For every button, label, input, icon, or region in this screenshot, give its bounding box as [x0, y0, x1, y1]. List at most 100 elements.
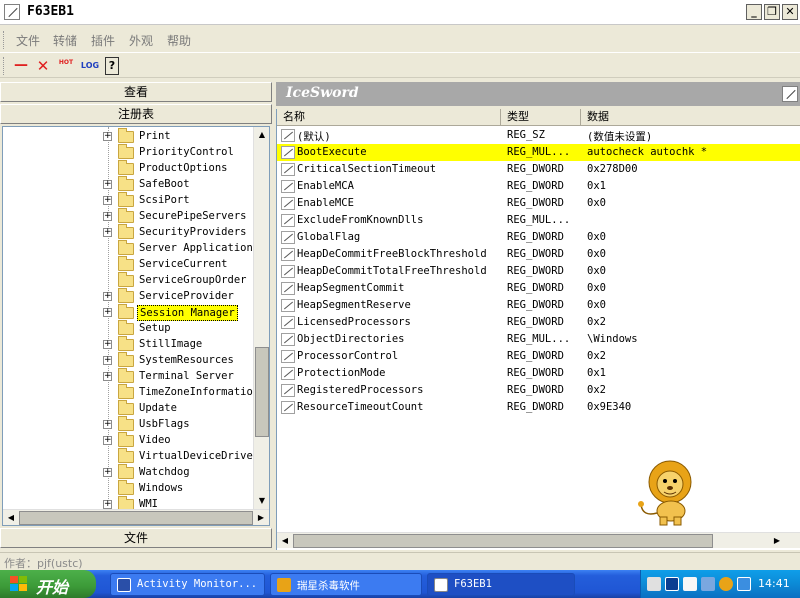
expand-icon[interactable]: + — [103, 340, 112, 349]
display-icon[interactable] — [701, 577, 715, 591]
table-row[interactable]: RegisteredProcessors REG_DWORD 0x2 — [277, 382, 800, 399]
tree-item[interactable]: + Print — [3, 128, 255, 144]
registry-header[interactable]: 注册表 — [0, 104, 272, 124]
scroll-up-icon[interactable]: ▲ — [254, 127, 269, 143]
network-icon[interactable] — [665, 577, 679, 591]
expand-icon[interactable]: + — [103, 228, 112, 237]
list-scroll-left-icon[interactable]: ◀ — [277, 533, 293, 549]
expand-icon[interactable]: + — [103, 132, 112, 141]
expand-icon[interactable]: + — [103, 180, 112, 189]
mail-icon[interactable] — [683, 577, 697, 591]
table-row[interactable]: HeapSegmentCommit REG_DWORD 0x0 — [277, 280, 800, 297]
table-row[interactable]: EnableMCE REG_DWORD 0x0 — [277, 195, 800, 212]
tree-item[interactable]: Server Applications — [3, 240, 259, 256]
close-button[interactable]: ✕ — [782, 4, 798, 20]
tree-item[interactable]: TimeZoneInformation — [3, 384, 259, 400]
registry-value-icon — [281, 129, 295, 142]
tree-item[interactable]: PriorityControl — [3, 144, 255, 160]
table-row[interactable]: ProtectionMode REG_DWORD 0x1 — [277, 365, 800, 382]
tree-item[interactable]: + ScsiPort — [3, 192, 255, 208]
list-scroll-right-icon[interactable]: ▶ — [769, 533, 785, 549]
tree-hscroll-thumb[interactable] — [19, 511, 253, 525]
tree-item[interactable]: + SystemResources — [3, 352, 255, 368]
restore-button[interactable]: ❐ — [764, 4, 780, 20]
tree-item[interactable]: + StillImage — [3, 336, 255, 352]
tree-item[interactable]: VirtualDeviceDrivers — [3, 448, 265, 464]
tree-item[interactable]: + Session Manager — [3, 304, 255, 321]
table-row[interactable]: ResourceTimeoutCount REG_DWORD 0x9E340 — [277, 399, 800, 416]
expand-icon[interactable]: + — [103, 372, 112, 381]
tree-item[interactable]: ServiceGroupOrder — [3, 272, 255, 288]
table-row[interactable]: EnableMCA REG_DWORD 0x1 — [277, 178, 800, 195]
table-row[interactable]: HeapSegmentReserve REG_DWORD 0x0 — [277, 297, 800, 314]
menu-dump[interactable]: 转储 — [53, 32, 77, 49]
tree-horizontal-scrollbar[interactable]: ◀ ▶ — [3, 509, 269, 525]
monitor-icon[interactable] — [737, 577, 751, 591]
table-row[interactable]: BootExecute REG_MUL... autocheck autochk * — [277, 144, 800, 161]
tree-item[interactable]: + Watchdog — [3, 464, 255, 480]
menu-file[interactable]: 文件 — [16, 32, 40, 49]
scroll-right-icon[interactable]: ▶ — [253, 510, 269, 525]
table-row[interactable]: ProcessorControl REG_DWORD 0x2 — [277, 348, 800, 365]
table-row[interactable]: HeapDeCommitTotalFreeThreshold REG_DWORD 0… — [277, 263, 800, 280]
scroll-down-icon[interactable]: ▼ — [254, 493, 269, 509]
expand-icon[interactable]: + — [103, 436, 112, 445]
keyboard-icon[interactable] — [647, 577, 661, 591]
umbrella-icon[interactable] — [719, 577, 733, 591]
menu-appearance[interactable]: 外观 — [129, 32, 153, 49]
task-label: Activity Monitor... — [137, 578, 258, 590]
tree-scroll-thumb[interactable] — [255, 347, 269, 437]
start-button[interactable]: 开始 — [0, 570, 96, 598]
expand-icon[interactable]: + — [103, 196, 112, 205]
view-header[interactable]: 查看 — [0, 82, 272, 102]
expand-icon[interactable]: + — [103, 292, 112, 301]
delete-icon[interactable]: ✕ — [35, 57, 51, 75]
tree-item[interactable]: + SecurePipeServers — [3, 208, 255, 224]
expand-icon[interactable]: + — [103, 308, 112, 317]
tree-item[interactable]: + SafeBoot — [3, 176, 255, 192]
expand-icon[interactable]: + — [103, 468, 112, 477]
menu-help[interactable]: 帮助 — [167, 32, 191, 49]
column-data[interactable]: 数据 — [581, 109, 800, 126]
table-row[interactable]: LicensedProcessors REG_DWORD 0x2 — [277, 314, 800, 331]
table-row[interactable]: ObjectDirectories REG_MUL... \Windows — [277, 331, 800, 348]
tree-item[interactable]: + Video — [3, 432, 255, 448]
tree-item[interactable]: Update — [3, 400, 255, 416]
task-rising-antivirus[interactable]: 瑞星杀毒软件 — [270, 573, 422, 596]
task-activity-monitor[interactable]: Activity Monitor... — [110, 573, 265, 596]
tree-item[interactable]: Windows — [3, 480, 255, 496]
tree-item[interactable]: ServiceCurrent — [3, 256, 255, 272]
help-icon[interactable]: ? — [105, 57, 119, 75]
tree-item[interactable]: + ServiceProvider — [3, 288, 255, 304]
column-type[interactable]: 类型 — [501, 109, 581, 126]
table-row[interactable]: ExcludeFromKnownDlls REG_MUL... — [277, 212, 800, 229]
expand-icon[interactable]: + — [103, 212, 112, 221]
registry-tree[interactable]: + Print PriorityControl ProductOptions + Safe… — [2, 126, 270, 526]
scroll-left-icon[interactable]: ◀ — [3, 510, 19, 525]
registry-value-icon — [281, 299, 295, 312]
file-header[interactable]: 文件 — [0, 528, 272, 548]
table-row[interactable]: (默认) REG_SZ (数值未设置) — [277, 127, 800, 144]
list-horizontal-scrollbar[interactable]: ◀ ▶ — [277, 532, 800, 548]
expand-icon[interactable]: + — [103, 500, 112, 509]
dash-icon[interactable]: — — [13, 57, 29, 75]
tree-item[interactable]: + SecurityProviders — [3, 224, 255, 240]
column-name[interactable]: 名称 — [277, 109, 501, 126]
registry-values-list[interactable]: 名称 类型 数据 (默认) REG_SZ (数值未设置) BootExecute REG… — [276, 109, 800, 550]
expand-icon[interactable]: + — [103, 420, 112, 429]
table-row[interactable]: GlobalFlag REG_DWORD 0x0 — [277, 229, 800, 246]
tree-item[interactable]: ProductOptions — [3, 160, 255, 176]
tree-item[interactable]: Setup — [3, 320, 255, 336]
menu-plugins[interactable]: 插件 — [91, 32, 115, 49]
log-icon[interactable]: LOG — [80, 57, 100, 75]
tree-vertical-scrollbar[interactable]: ▲ ▼ — [253, 127, 269, 509]
list-hscroll-thumb[interactable] — [293, 534, 713, 548]
tree-item[interactable]: + Terminal Server — [3, 368, 255, 384]
table-row[interactable]: CriticalSectionTimeout REG_DWORD 0x278D00 — [277, 161, 800, 178]
tree-item[interactable]: + UsbFlags — [3, 416, 255, 432]
task-f63eb1[interactable]: F63EB1 — [427, 573, 575, 596]
expand-icon[interactable]: + — [103, 356, 112, 365]
minimize-button[interactable]: _ — [746, 4, 762, 20]
hot-icon[interactable]: HOT — [57, 59, 75, 77]
table-row[interactable]: HeapDeCommitFreeBlockThreshold REG_DWORD 0… — [277, 246, 800, 263]
